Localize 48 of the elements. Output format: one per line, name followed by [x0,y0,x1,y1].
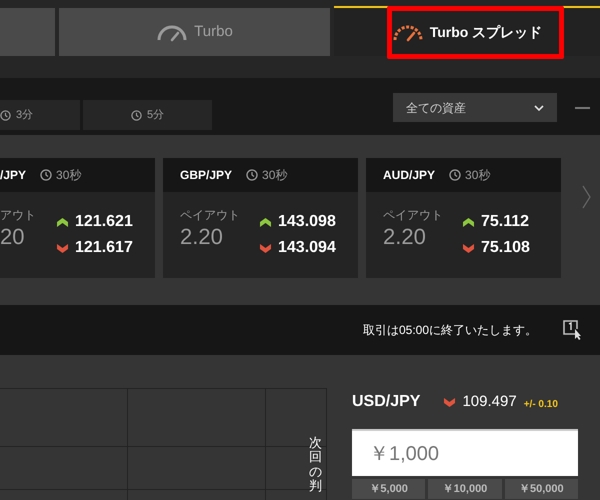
clock-icon [40,169,52,181]
amount-preset-button[interactable]: ￥10,000 [428,479,502,499]
clock-icon [130,110,142,120]
up-price: 121.621 [75,212,133,232]
down-arrow-icon [463,244,474,252]
up-arrow-icon [260,218,271,226]
duration-label: 30秒 [56,167,82,184]
duration-tab[interactable]: 5分 [83,100,212,130]
up-price: 75.112 [481,212,530,232]
up-arrow-icon [463,218,474,226]
mode-tab[interactable] [0,8,55,56]
down-price: 143.094 [278,238,336,258]
amount-field[interactable]: ￥1,000 [352,429,578,476]
up-arrow-icon [57,218,68,226]
asset-pair: /JPY [0,167,26,184]
asset-pair: AUD/JPY [383,167,436,184]
mode-tab[interactable]: Turbo スプレッド [334,6,600,56]
mode-tab[interactable]: Turbo [59,8,330,56]
payout-value: 2.20 [383,224,427,250]
payout-label: ペイアウト [383,207,444,224]
asset-dropdown[interactable]: 全ての資産 [393,93,557,122]
asset-pair: GBP/JPY [180,167,232,184]
next-judgement-label: 次回の判 [309,436,322,494]
up-price: 143.098 [278,212,336,232]
current-price: 109.497 [462,392,517,412]
clock-icon [449,169,462,181]
down-arrow-icon [57,244,68,252]
closing-notice: 取引は05:00に終了いたします。 [362,322,537,339]
spread-value: +/- 0.10 [524,398,558,412]
payout-value: 20 [0,224,26,250]
duration-tab[interactable]: 3分 [0,100,80,130]
payout-label: アウト [0,207,37,224]
clock-icon [246,169,258,181]
duration-label: 30秒 [465,167,490,184]
down-price: 121.617 [75,238,133,258]
window-cursor-icon [563,320,582,340]
asset-pair: USD/JPY [352,392,420,412]
down-arrow-icon [260,244,271,252]
amount-preset-button[interactable]: ￥5,000 [352,479,426,499]
amount-preset-button[interactable]: ￥50,000 [504,479,578,499]
clock-icon [0,110,11,120]
chevron-down-icon [534,104,544,110]
chevron-right-icon [582,185,591,209]
duration-label: 30秒 [262,167,288,184]
payout-label: ペイアウト [180,207,241,224]
payout-value: 2.20 [180,224,224,250]
minimize-icon [575,107,590,109]
down-price: 75.108 [481,238,530,258]
